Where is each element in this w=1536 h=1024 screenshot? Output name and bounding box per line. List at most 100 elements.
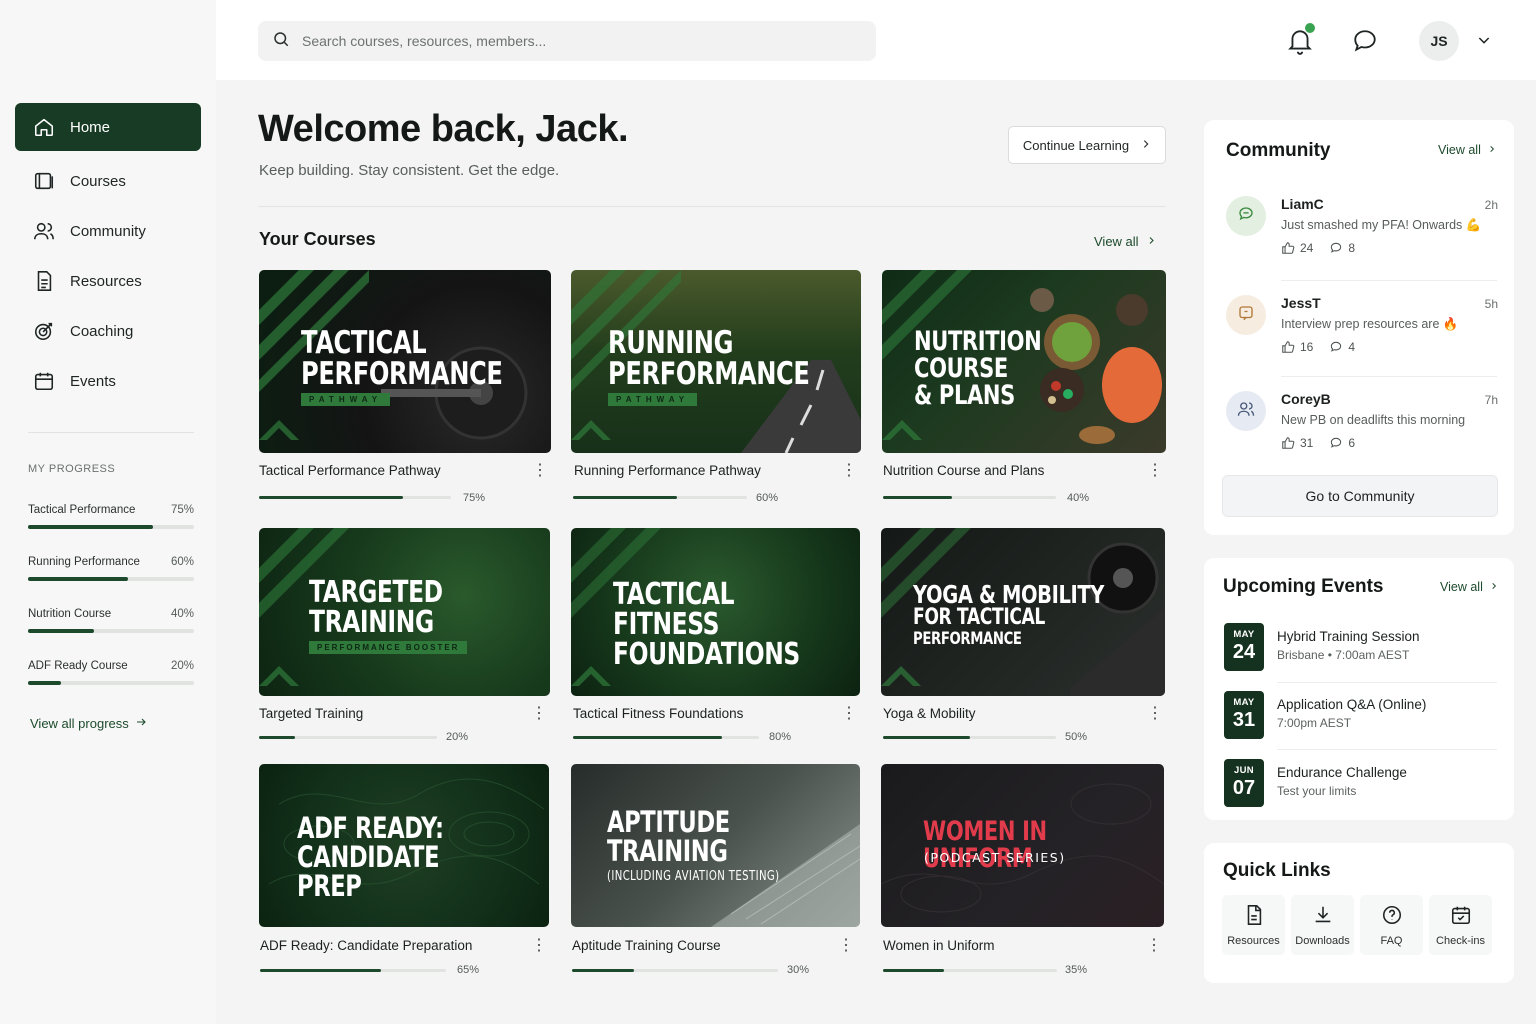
event-date-badge: MAY 31 [1224,691,1264,739]
post-author: JessT [1281,295,1321,311]
more-options-icon[interactable]: ⋮ [1146,938,1162,954]
comment-count[interactable]: 4 [1329,340,1355,354]
courses-view-all-link[interactable]: View all [1094,234,1156,249]
view-all-progress-link[interactable]: View all progress [30,716,147,731]
event-item[interactable]: JUN 07 Endurance Challenge Test your limi… [1224,759,1496,809]
sidebar-item-events[interactable]: Events [15,357,201,405]
search-bar[interactable] [258,21,876,61]
community-post[interactable]: JessT 5h Interview prep resources are 🔥 … [1226,295,1498,365]
sidebar-item-home[interactable]: Home [15,103,201,151]
sidebar-item-coaching[interactable]: Coaching [15,307,201,355]
sidebar-item-community[interactable]: Community [15,207,201,255]
course-progress-percent: 65% [457,964,480,976]
thumbnail-title: YOGA & MOBILITY FOR TACTICAL PERFORMANCE [913,580,1105,649]
course-progress-fill [883,736,970,739]
events-heading: Upcoming Events [1223,576,1384,597]
go-to-community-button[interactable]: Go to Community [1222,475,1498,517]
community-post[interactable]: CoreyB 7h New PB on deadlifts this morni… [1226,391,1498,461]
course-thumbnail[interactable]: TARGETED TRAINING PERFORMANCE BOOSTER [259,528,550,696]
more-options-icon[interactable]: ⋮ [841,706,857,722]
comment-icon [1331,437,1342,448]
quick-link-downloads[interactable]: Downloads [1291,895,1354,955]
course-progress-percent: 40% [1067,492,1090,504]
course-thumbnail[interactable]: RUNNING PERFORMANCE PATHWAY [571,270,861,453]
calendar-check-icon [1450,904,1472,929]
more-options-icon[interactable]: ⋮ [1147,463,1163,479]
course-thumbnail[interactable]: YOGA & MOBILITY FOR TACTICAL PERFORMANCE [881,528,1165,696]
top-bar: JS [216,0,1536,80]
thumbnail-subtitle: (PODCAST SERIES) [924,850,1066,865]
course-progress-fill [883,969,944,972]
more-options-icon[interactable]: ⋮ [841,463,857,479]
download-icon [1312,904,1334,929]
post-avatar [1226,295,1266,335]
more-options-icon[interactable]: ⋮ [838,938,854,954]
more-options-icon[interactable]: ⋮ [531,938,547,954]
course-title[interactable]: Running Performance Pathway [574,463,761,478]
messages-button[interactable] [1352,28,1378,54]
progress-percent: 20% [170,660,194,672]
thumbnail-title: ADF READY: CANDIDATE PREP [297,811,444,903]
progress-fill [28,681,62,685]
thumbnail-title: RUNNING PERFORMANCE [608,325,810,392]
course-card-tactical-fitness: TACTICAL FITNESS FOUNDATIONS Tactical Fit… [571,528,860,748]
continue-learning-button[interactable]: Continue Learning [1008,126,1166,164]
quick-links-grid: Resources Downloads FAQ Check-ins [1222,895,1492,955]
sidebar-item-resources[interactable]: Resources [15,257,201,305]
sidebar-item-label: Coaching [70,322,134,340]
community-view-all-link[interactable]: View all [1438,143,1496,157]
chat-bubble-icon [1352,30,1378,58]
course-thumbnail[interactable]: NUTRITION COURSE & PLANS [882,270,1166,453]
course-title[interactable]: Yoga & Mobility [883,706,976,721]
course-progress-fill [259,496,403,499]
course-thumbnail[interactable]: ADF READY: CANDIDATE PREP [259,764,549,927]
quick-links-heading: Quick Links [1223,860,1331,881]
notifications-button[interactable] [1287,23,1315,55]
course-thumbnail[interactable]: TACTICAL PERFORMANCE PATHWAY [259,270,551,453]
events-view-all-link[interactable]: View all [1440,580,1498,594]
course-title[interactable]: Nutrition Course and Plans [883,463,1044,478]
message-icon [1237,304,1255,327]
chevron-right-icon [1147,234,1156,249]
like-count[interactable]: 31 [1281,436,1313,450]
quick-link-resources[interactable]: Resources [1222,895,1285,955]
course-title[interactable]: Women in Uniform [883,938,995,953]
view-all-label: View all [1440,580,1483,594]
post-stats: 31 6 [1281,436,1355,450]
user-avatar[interactable]: JS [1419,21,1459,61]
more-options-icon[interactable]: ⋮ [532,463,548,479]
course-title[interactable]: ADF Ready: Candidate Preparation [260,938,472,953]
progress-bar [28,629,194,633]
chevron-down-icon[interactable] [1476,32,1492,48]
course-title[interactable]: Aptitude Training Course [572,938,721,953]
target-icon [33,320,55,342]
course-progress-bar [883,969,1057,972]
course-title[interactable]: Targeted Training [259,706,363,721]
progress-bar [28,681,194,685]
course-progress-percent: 75% [463,492,486,504]
course-thumbnail[interactable]: WOMEN IN UNIFORM (PODCAST SERIES) [881,764,1164,927]
comment-count[interactable]: 8 [1329,241,1355,255]
community-post[interactable]: LiamC 2h Just smashed my PFA! Onwards 💪 … [1226,196,1498,266]
document-icon [33,270,55,292]
more-options-icon[interactable]: ⋮ [531,706,547,722]
course-title[interactable]: Tactical Performance Pathway [259,463,441,478]
sidebar-item-courses[interactable]: Courses [15,157,201,205]
thumbs-up-icon [1282,341,1295,353]
comment-count[interactable]: 6 [1329,436,1355,450]
more-options-icon[interactable]: ⋮ [1147,706,1163,722]
search-input[interactable] [302,33,842,49]
quick-link-faq[interactable]: FAQ [1360,895,1423,955]
course-progress-fill [573,496,678,499]
your-courses-heading: Your Courses [259,229,376,249]
event-item[interactable]: MAY 24 Hybrid Training Session Brisbane •… [1224,623,1496,673]
course-thumbnail[interactable]: TACTICAL FITNESS FOUNDATIONS [571,528,860,696]
like-count[interactable]: 16 [1281,340,1313,354]
sidebar: Home Courses Community Resources Coachin… [0,0,216,1024]
course-title[interactable]: Tactical Fitness Foundations [573,706,743,721]
course-thumbnail[interactable]: APTITUDE TRAINING (INCLUDING AVIATION TEST… [571,764,860,927]
event-item[interactable]: MAY 31 Application Q&A (Online) 7:00pm AE… [1224,691,1496,741]
like-count[interactable]: 24 [1281,241,1313,255]
event-details: Test your limits [1277,784,1357,798]
quick-link-check-ins[interactable]: Check-ins [1429,895,1492,955]
